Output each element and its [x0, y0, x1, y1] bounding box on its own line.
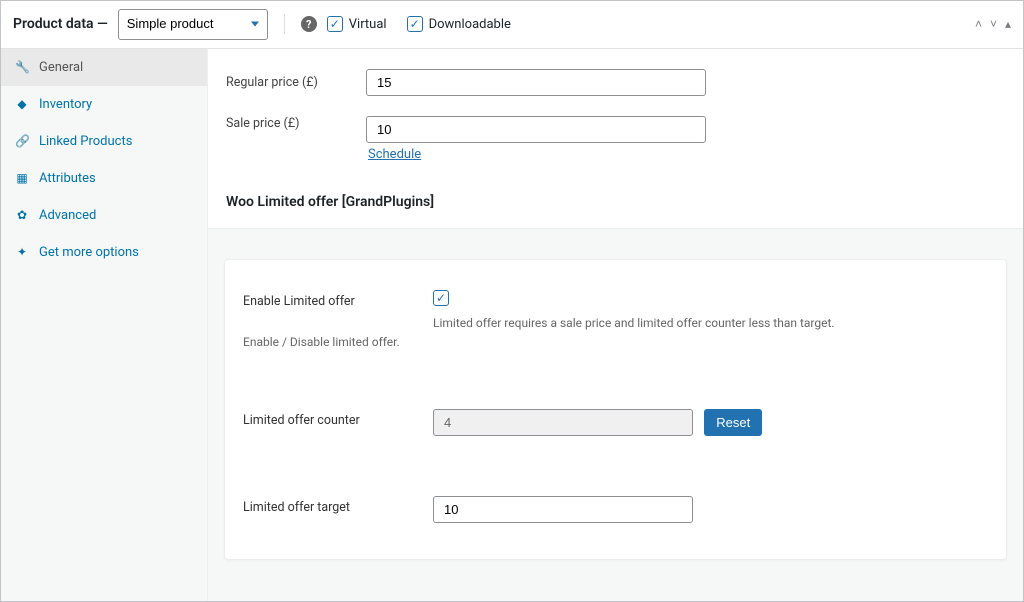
virtual-checkbox[interactable]: ✓: [327, 16, 343, 32]
downloadable-checkbox-wrap[interactable]: ✓ Downloadable: [407, 16, 511, 32]
product-data-header: Product data — Simple product ? ✓ Virtua…: [1, 1, 1023, 49]
more-icon: ✦: [15, 245, 29, 259]
sidebar-item-label: Get more options: [39, 245, 139, 260]
limited-offer-counter-label: Limited offer counter: [243, 409, 413, 428]
reset-button[interactable]: Reset: [704, 409, 762, 436]
help-icon[interactable]: ?: [301, 16, 317, 32]
move-down-icon[interactable]: ˅: [990, 17, 997, 31]
sidebar-item-label: Inventory: [39, 97, 92, 112]
sidebar-item-label: General: [39, 60, 83, 75]
sidebar-item-attributes[interactable]: ▦ Attributes: [1, 160, 207, 197]
gear-icon: ✿: [15, 208, 29, 222]
product-type-select[interactable]: Simple product: [118, 9, 268, 40]
toggle-icon[interactable]: ▴: [1005, 17, 1011, 31]
enable-limited-offer-help: Limited offer requires a sale price and …: [433, 316, 988, 330]
sale-price-label: Sale price (£): [226, 116, 326, 131]
virtual-label: Virtual: [349, 17, 387, 32]
panel-controls: ˄ ˅ ▴: [975, 17, 1011, 31]
sidebar-item-advanced[interactable]: ✿ Advanced: [1, 197, 207, 234]
product-data-sidebar: 🔧 General ◆ Inventory 🔗 Linked Products …: [1, 49, 208, 601]
limited-offer-target-label: Limited offer target: [243, 496, 413, 515]
sidebar-item-label: Advanced: [39, 208, 96, 223]
inventory-icon: ◆: [15, 97, 29, 111]
regular-price-label: Regular price (£): [226, 75, 326, 90]
schedule-link[interactable]: Schedule: [368, 147, 421, 162]
limited-offer-section-title: Woo Limited offer [GrandPlugins]: [208, 172, 1023, 228]
sale-price-input[interactable]: [366, 116, 706, 143]
sidebar-item-get-more[interactable]: ✦ Get more options: [1, 234, 207, 271]
regular-price-input[interactable]: [366, 69, 706, 96]
divider: [284, 14, 285, 34]
link-icon: 🔗: [15, 134, 29, 148]
downloadable-label: Downloadable: [429, 17, 511, 32]
limited-offer-counter-input[interactable]: [433, 409, 693, 436]
enable-limited-offer-sub: Enable / Disable limited offer.: [243, 335, 413, 349]
product-data-main: Regular price (£) Sale price (£) Schedul…: [208, 49, 1023, 601]
virtual-checkbox-wrap[interactable]: ✓ Virtual: [327, 16, 387, 32]
enable-limited-offer-label: Enable Limited offer: [243, 294, 355, 309]
downloadable-checkbox[interactable]: ✓: [407, 16, 423, 32]
sidebar-item-general[interactable]: 🔧 General: [1, 49, 207, 86]
sidebar-item-label: Attributes: [39, 171, 96, 186]
sidebar-item-label: Linked Products: [39, 134, 132, 149]
wrench-icon: 🔧: [15, 60, 29, 74]
enable-limited-offer-checkbox[interactable]: ✓: [433, 290, 449, 306]
sidebar-item-linked-products[interactable]: 🔗 Linked Products: [1, 123, 207, 160]
product-data-title: Product data —: [13, 16, 108, 32]
attributes-icon: ▦: [15, 171, 29, 185]
limited-offer-target-input[interactable]: [433, 496, 693, 523]
sidebar-item-inventory[interactable]: ◆ Inventory: [1, 86, 207, 123]
move-up-icon[interactable]: ˄: [975, 17, 982, 31]
limited-offer-card: Enable Limited offer Enable / Disable li…: [224, 259, 1007, 560]
